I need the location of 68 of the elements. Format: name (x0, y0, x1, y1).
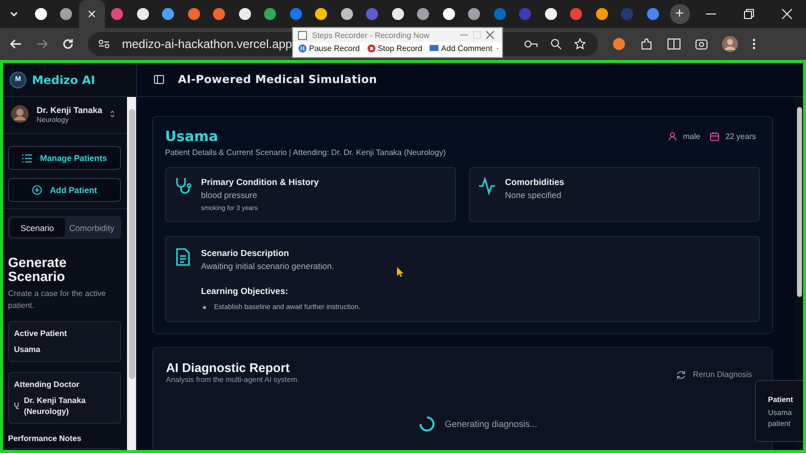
card-text: blood pressure (201, 190, 258, 200)
comment-icon (429, 44, 440, 53)
section-title: Learning Objectives: (201, 286, 290, 296)
avatar-icon[interactable] (722, 36, 738, 52)
loading-text: Generating diagnosis... (444, 419, 538, 429)
puzzle-icon[interactable] (640, 38, 653, 50)
address-text: medizo-ai-hackathon.vercel.app (122, 37, 292, 51)
cursor-icon (397, 267, 404, 277)
field-label: Active Patient (14, 329, 68, 338)
nav-button[interactable]: Manage Patients (8, 146, 121, 170)
report-title: AI Diagnostic Report (166, 361, 291, 375)
star-icon[interactable] (574, 38, 586, 50)
stethoscope-icon (174, 177, 192, 195)
person-icon (668, 132, 677, 141)
field-label: Performance Notes (8, 434, 82, 443)
recorder-title: Steps Recorder - Recording Now (312, 30, 430, 40)
page-title: AI-Powered Medical Simulation (178, 73, 377, 86)
refresh-icon (676, 370, 686, 380)
panel-title: Generate Scenario (8, 256, 68, 284)
bullet-icon (203, 306, 206, 309)
new-tab-button[interactable]: + (670, 4, 690, 24)
field-value: Dr. Kenji Tanaka (Neurology) (24, 395, 87, 417)
stethoscope-icon (14, 402, 20, 410)
spinner-icon (418, 416, 435, 432)
document-icon (175, 248, 191, 266)
avatar-icon (11, 103, 29, 125)
rerun-button[interactable]: Rerun Diagnosis (668, 366, 760, 384)
reading-icon[interactable] (667, 38, 681, 50)
screenshot-icon[interactable] (695, 38, 708, 50)
recorder-button[interactable]: Pause Record (296, 43, 362, 54)
nav-button[interactable]: Add Patient (8, 178, 121, 202)
sidebar-toggle-icon[interactable] (154, 75, 164, 84)
patient-age: 22 years (725, 132, 756, 141)
reload-icon[interactable] (62, 38, 74, 50)
stop-icon (366, 44, 376, 53)
patient-name: Usama (165, 129, 220, 145)
calendar-icon (710, 132, 720, 141)
browser-tab[interactable]: × (79, 0, 104, 28)
card-title: Primary Condition & History (201, 177, 319, 187)
scrollbar[interactable] (127, 97, 136, 450)
chevrons-icon (110, 109, 115, 119)
sidebar-tab[interactable]: Scenario (10, 218, 64, 237)
patient-sex: male (682, 132, 700, 141)
forward-icon[interactable] (36, 38, 48, 50)
back-icon[interactable] (10, 38, 22, 50)
recorder-button[interactable]: Stop Record (364, 43, 424, 54)
key-icon[interactable] (524, 39, 538, 49)
card-title: Comorbidities (505, 177, 564, 187)
field-label: Attending Doctor (14, 380, 80, 389)
patient-subtitle: Patient Details & Current Scenario | Attending: Dr. Dr. Kenji Tanaka (Neurology) (165, 148, 446, 157)
brand-name: Medizo AI (32, 72, 96, 86)
pulse-icon (478, 177, 496, 195)
site-settings-icon[interactable] (98, 38, 110, 50)
zoom-icon[interactable] (550, 38, 562, 50)
card-text: None specified (505, 190, 562, 200)
add-icon (32, 185, 42, 195)
recorder-app-icon (298, 30, 307, 40)
recorder-button[interactable]: Add Comment (427, 43, 494, 54)
extension-icon[interactable] (612, 37, 626, 51)
pause-icon (298, 44, 307, 53)
panel-subtitle: Create a case for the active patient. (8, 288, 107, 311)
list-icon (22, 154, 32, 162)
more-icon[interactable] (752, 38, 756, 50)
card-title: Scenario Description (201, 248, 290, 258)
restore-icon[interactable] (744, 9, 754, 19)
field-value: Usama (14, 344, 42, 355)
sidebar-tab[interactable]: Comorbidity (64, 218, 119, 237)
card-text: Awaiting initial scenario generation. (201, 261, 336, 271)
